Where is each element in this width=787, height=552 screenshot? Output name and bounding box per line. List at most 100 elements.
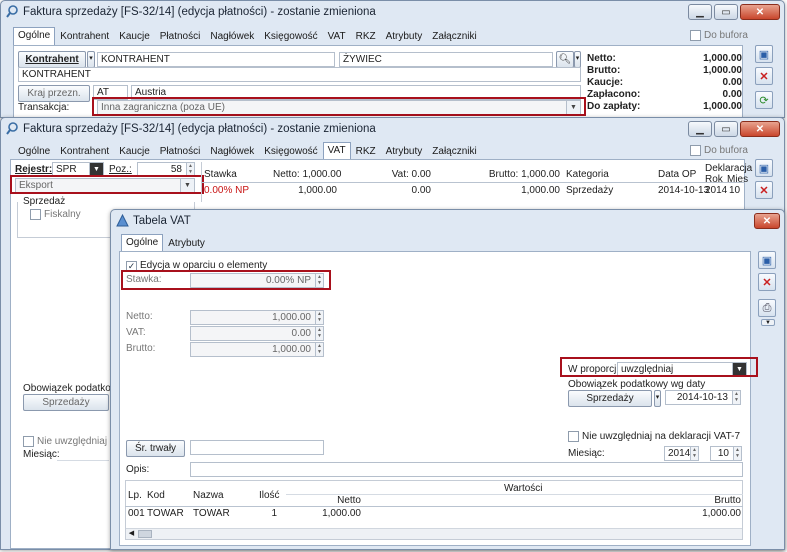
print-icon[interactable]: ⎙ [758,299,776,317]
cancel-icon[interactable]: ✕ [755,181,773,199]
do-bufora-checkbox[interactable] [690,30,701,41]
tab-atrybuty[interactable]: Atrybuty [381,28,428,45]
tab-atrybuty[interactable]: Atrybuty [163,235,210,252]
tab-ogolne[interactable]: Ogólne [13,143,55,160]
item-ilosc[interactable]: 1 [261,508,277,519]
scroll-left-arrow[interactable]: ◀ [126,529,137,539]
city-field[interactable]: ŻYWIEC [339,52,553,67]
srodek-trwaly-field[interactable] [190,440,324,455]
col-netto-header[interactable]: Netto [321,495,361,506]
kontrahent-search-button[interactable]: 🔍︎ [556,51,574,68]
kraj-button[interactable]: Kraj przezn. [18,85,90,102]
fiskalny-checkbox[interactable] [30,209,41,220]
close-button[interactable]: ✕ [740,121,780,137]
row-vat[interactable]: 0.00 [391,185,431,196]
col-nazwa-header[interactable]: Nazwa [193,490,224,501]
miesiac-month-field[interactable]: 10 ▲ ▼ [710,446,742,461]
vat-field[interactable]: 0.00 ▲ ▼ [190,326,324,341]
tab-vat[interactable]: VAT [322,142,351,160]
tab-rkz[interactable]: RKZ [351,28,381,45]
cancel-icon[interactable]: ✕ [755,67,773,85]
row-rok[interactable]: 2014 [705,185,727,196]
col-lp-header[interactable]: Lp. [128,490,142,501]
search-dropdown[interactable]: ▾ [574,51,581,68]
spinner[interactable]: ▲ ▼ [733,447,741,460]
row-mies[interactable]: 10 [729,185,740,196]
row-netto[interactable]: 1,000.00 [281,185,337,196]
tab-ogolne[interactable]: Ogólne [121,234,164,252]
tab-atrybuty[interactable]: Atrybuty [381,143,428,160]
kontrahent-code-field[interactable]: KONTRAHENT [97,52,335,67]
col-stawka-header[interactable]: Stawka [204,169,237,180]
tab-platnosci[interactable]: Płatności [155,28,206,45]
miesiac-year-field[interactable]: 2014 ▲ ▼ [664,446,699,461]
sprzedazy-dropdown[interactable]: ▾ [654,390,661,407]
tab-kontrahent[interactable]: Kontrahent [55,28,114,45]
tab-zalaczniki[interactable]: Załączniki [427,28,481,45]
opis-field[interactable] [190,462,743,477]
item-brutto[interactable]: 1,000.00 [691,508,741,519]
window-titlebar[interactable]: Faktura sprzedaży [FS-32/14] (edycja pła… [1,118,784,140]
item-nazwa[interactable]: TOWAR [193,508,230,519]
tab-kontrahent[interactable]: Kontrahent [55,143,114,160]
close-button[interactable]: ✕ [754,213,780,229]
maximize-button[interactable]: ▭ [714,4,738,20]
scroll-thumb[interactable] [138,530,152,538]
row-kategoria[interactable]: Sprzedaży [566,185,613,196]
close-button[interactable]: ✕ [740,4,780,20]
brutto-field[interactable]: 1,000.00 ▲ ▼ [190,342,324,357]
col-dataop-header[interactable]: Data OP [658,169,696,180]
row-stawka[interactable]: 0.00% NP [204,185,249,196]
sprzedazy-button[interactable]: Sprzedaży [23,394,109,411]
spinner[interactable]: ▲ ▼ [315,343,323,356]
horizontal-scrollbar[interactable]: ◀ [126,528,742,539]
spinner[interactable]: ▲ ▼ [732,391,740,404]
item-kod[interactable]: TOWAR [147,508,184,519]
spinner[interactable]: ▲ ▼ [690,447,698,460]
col-kod-header[interactable]: Kod [147,490,165,501]
col-vat-header[interactable]: Vat: 0.00 [381,169,431,180]
tab-kaucje[interactable]: Kaucje [114,143,155,160]
tab-rkz[interactable]: RKZ [351,143,381,160]
row-brutto[interactable]: 1,000.00 [501,185,560,196]
col-kategoria-header[interactable]: Kategoria [566,169,609,180]
save-icon[interactable]: ▣ [755,45,773,63]
tab-zalaczniki[interactable]: Załączniki [427,143,481,160]
tab-ksiegowosc[interactable]: Księgowość [259,28,322,45]
col-ilosc-header[interactable]: Ilość [259,490,280,501]
srodek-trwaly-button[interactable]: Śr. trwały [126,440,185,457]
tab-ksiegowosc[interactable]: Księgowość [259,143,322,160]
kontrahent-name-field[interactable]: KONTRAHENT [18,67,581,82]
save-icon[interactable]: ▣ [755,159,773,177]
item-lp[interactable]: 001 [128,508,145,519]
tab-naglowek[interactable]: Nagłówek [205,28,259,45]
tab-ogolne[interactable]: Ogólne [13,27,56,45]
spinner[interactable]: ▲ ▼ [315,311,323,324]
refresh-icon[interactable]: ⟳ [755,91,773,109]
nie-uwzgledniaj-checkbox[interactable] [568,431,579,442]
sprzedazy-button[interactable]: Sprzedaży [568,390,652,407]
nie-uwzgledniaj-checkbox[interactable] [23,436,34,447]
tab-vat[interactable]: VAT [323,28,351,45]
cancel-icon[interactable]: ✕ [758,273,776,291]
col-rok-header[interactable]: Rok [705,174,723,185]
tab-naglowek[interactable]: Nagłówek [205,143,259,160]
kontrahent-button[interactable]: Kontrahent [18,51,86,68]
col-netto-header[interactable]: Netto: 1,000.00 [273,169,341,180]
col-deklaracja-header[interactable]: Deklaracja [705,163,752,174]
minimize-button[interactable]: ▁ [688,121,712,137]
maximize-button[interactable]: ▭ [714,121,738,137]
col-brutto-header[interactable]: Brutto [701,495,741,506]
item-netto[interactable]: 1,000.00 [311,508,361,519]
col-brutto-header[interactable]: Brutto: 1,000.00 [481,169,560,180]
minimize-button[interactable]: ▁ [688,4,712,20]
tab-kaucje[interactable]: Kaucje [114,28,155,45]
col-mies-header[interactable]: Mies [727,174,748,185]
kontrahent-dropdown[interactable]: ▾ [87,51,95,68]
window-titlebar[interactable]: Tabela VAT [111,210,784,232]
chevron-down-icon[interactable]: ▼ [761,319,775,326]
obowiazek-date-field[interactable]: 2014-10-13 ▲ ▼ [665,390,741,405]
netto-field[interactable]: 1,000.00 ▲ ▼ [190,310,324,325]
window-titlebar[interactable]: Faktura sprzedaży [FS-32/14] (edycja pła… [1,1,784,23]
spinner[interactable]: ▲ ▼ [315,327,323,340]
